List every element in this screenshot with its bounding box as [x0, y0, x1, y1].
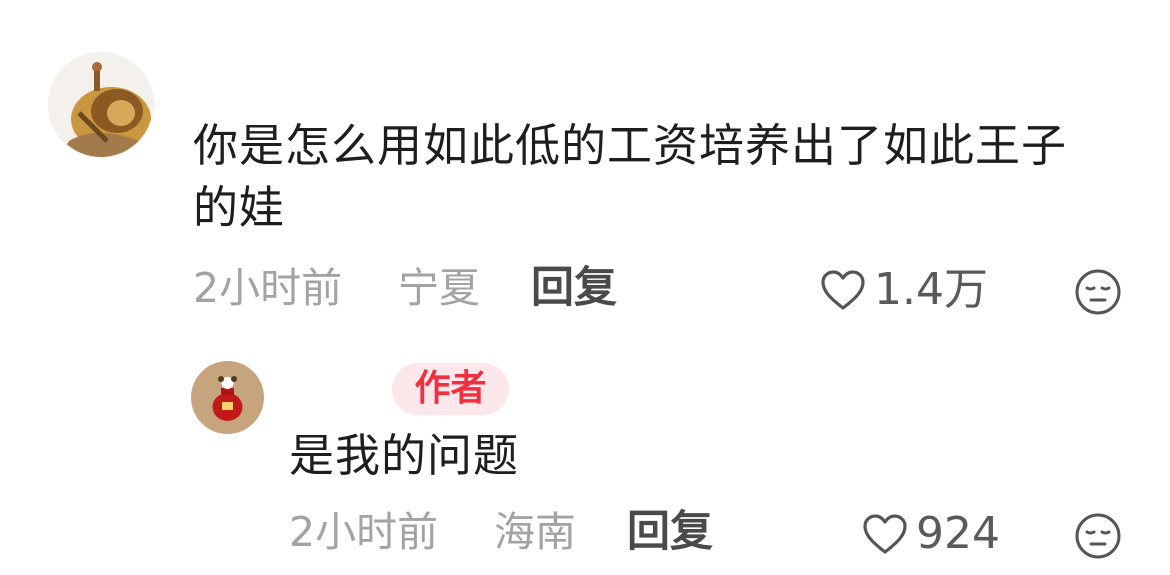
- comment-time: 2小时前: [193, 264, 343, 312]
- like-count: 1.4万: [874, 264, 988, 315]
- comment-text: 你是怎么用如此低的工资培养出了如此王子的娃: [193, 119, 1068, 234]
- heart-icon: [863, 514, 907, 554]
- unamused-face-icon: [1075, 513, 1121, 559]
- like-button[interactable]: 924: [862, 508, 1000, 560]
- red-envelope-avatar-icon: [191, 361, 264, 434]
- comment-location: 宁夏: [398, 264, 480, 312]
- heart-icon: [821, 270, 865, 310]
- unamused-face-icon: [1075, 269, 1121, 315]
- reply-time: 2小时前: [289, 508, 439, 556]
- reply-text: 是我的问题: [289, 429, 520, 482]
- reply-button[interactable]: 回复: [531, 262, 617, 314]
- reply-location: 海南: [494, 508, 576, 556]
- dislike-button[interactable]: [1074, 268, 1122, 316]
- author-avatar[interactable]: [191, 361, 264, 434]
- user-avatar[interactable]: [48, 52, 154, 158]
- dislike-button[interactable]: [1074, 512, 1122, 560]
- like-button[interactable]: 1.4万: [820, 264, 988, 316]
- lion-avatar-icon: [49, 53, 153, 157]
- reply-button[interactable]: 回复: [627, 506, 713, 558]
- author-badge: 作者: [392, 363, 509, 415]
- like-count: 924: [916, 508, 1000, 559]
